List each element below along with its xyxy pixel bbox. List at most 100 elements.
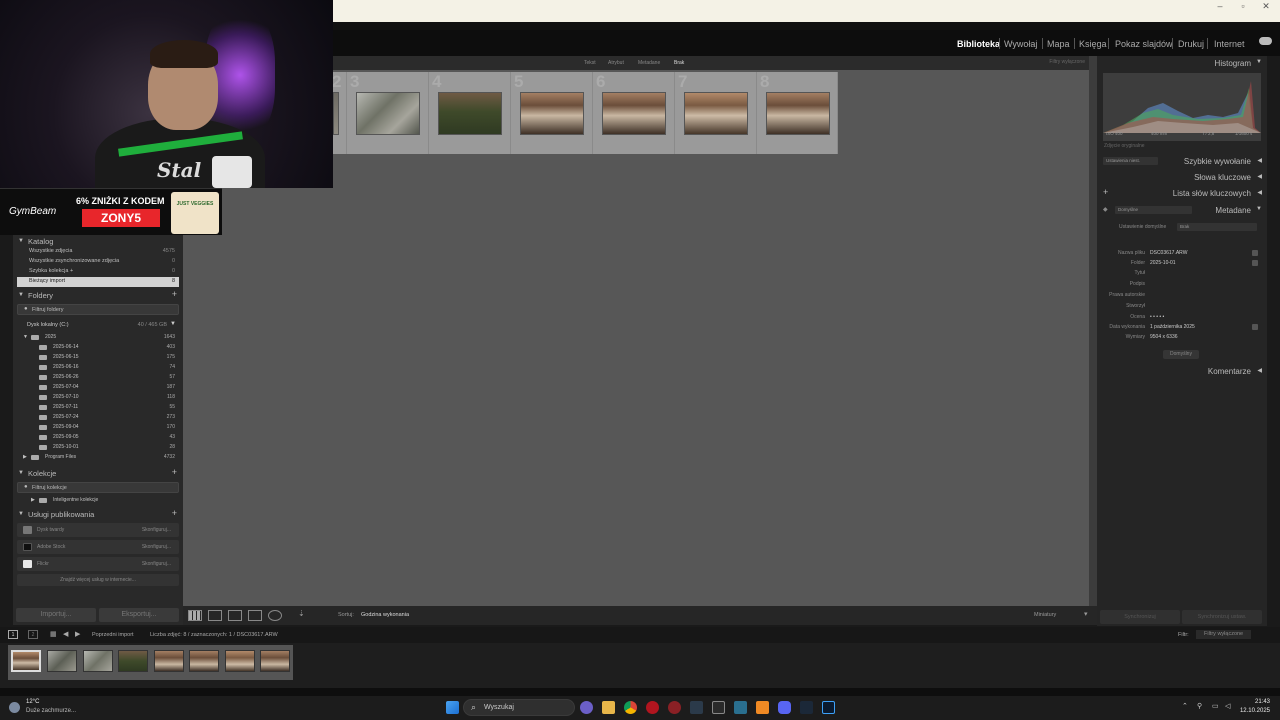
collection-filter-input[interactable]: ● Filtruj kolekcje	[17, 482, 179, 493]
metadata-default-button[interactable]: Domyślny	[1163, 350, 1199, 359]
steam-icon[interactable]	[800, 701, 813, 714]
sync-settings-button[interactable]: Synchronizuj ustaw.	[1182, 610, 1262, 624]
module-book[interactable]: Księga	[1079, 39, 1107, 49]
volume-icon[interactable]: ◁	[1225, 702, 1230, 710]
minimize-button[interactable]: –	[1209, 1, 1231, 11]
smart-collections-set[interactable]: ▶ Inteligentne kolekcje	[17, 496, 179, 506]
module-slideshow[interactable]: Pokaz slajdów	[1115, 39, 1173, 49]
filmstrip-source[interactable]: Poprzedni import	[92, 632, 134, 638]
teams-icon[interactable]	[580, 701, 593, 714]
folder-program-files[interactable]: ▶ Program Files 4732	[17, 453, 179, 463]
filmstrip-thumbnail[interactable]	[225, 650, 255, 672]
module-library[interactable]: Biblioteka	[957, 39, 1000, 49]
photo-thumbnail[interactable]	[356, 92, 420, 135]
folder-item[interactable]: 2025-10-01 28	[17, 443, 179, 453]
filmstrip-thumbnail[interactable]	[189, 650, 219, 672]
expand-right-icon[interactable]: ▶	[31, 497, 35, 503]
go-to-folder-icon[interactable]	[1252, 260, 1258, 266]
filmstrip-thumbnail[interactable]	[260, 650, 290, 672]
folder-item[interactable]: 2025-06-16 74	[17, 363, 179, 373]
filmstrip-thumbnail[interactable]	[47, 650, 77, 672]
folder-item[interactable]: 2025-09-05 43	[17, 433, 179, 443]
folders-header[interactable]: ▼ Foldery +	[13, 289, 183, 303]
publish-hard-drive[interactable]: Dysk twardy Skonfiguruj...	[17, 523, 179, 537]
lightroom-classic-icon[interactable]	[822, 701, 835, 714]
opera-gx-icon[interactable]	[668, 701, 681, 714]
shield-app-icon[interactable]	[734, 701, 747, 714]
toolbar-menu-chevron-icon[interactable]: ▾	[1084, 610, 1088, 618]
filter-presets[interactable]: Filtry wyłączone	[1049, 59, 1085, 65]
folder-item[interactable]: 2025-06-26 57	[17, 373, 179, 383]
catalog-all-photos[interactable]: Wszystkie zdjęcia 4575	[17, 247, 179, 257]
catalog-current-import[interactable]: Bieżący import 8	[17, 277, 179, 287]
forward-arrow-icon[interactable]: ▶	[75, 630, 80, 638]
volume-menu-icon[interactable]: ▼	[170, 321, 176, 327]
sort-order-select[interactable]: Godzina wykonania	[361, 612, 409, 618]
field-action-icon[interactable]	[1252, 250, 1258, 256]
publish-adobe-stock[interactable]: Adobe Stock Skonfiguruj...	[17, 540, 179, 554]
orange-app-icon[interactable]	[756, 701, 769, 714]
import-button[interactable]: Importuj...	[16, 608, 96, 622]
metadata-view-select[interactable]: Domyślne	[1115, 206, 1192, 214]
start-windows-icon[interactable]	[446, 701, 459, 714]
export-button[interactable]: Eksportuj...	[99, 608, 179, 622]
grid-icon[interactable]: ▦	[50, 630, 57, 638]
module-develop[interactable]: Wywołaj	[1004, 39, 1037, 49]
cloud-sync-icon[interactable]	[1259, 37, 1272, 45]
folder-item[interactable]: 2025-07-10 118	[17, 393, 179, 403]
folder-item[interactable]: 2025-09-04 170	[17, 423, 179, 433]
folder-item[interactable]: 2025-07-11 55	[17, 403, 179, 413]
expand-down-icon[interactable]: ▼	[23, 334, 28, 340]
folder-item[interactable]: 2025-06-14 403	[17, 343, 179, 353]
filter-text[interactable]: Tekst	[584, 60, 596, 66]
keywords-header[interactable]: Słowa kluczowe ◀	[1097, 170, 1267, 185]
microphone-icon[interactable]: ⚲	[1197, 702, 1202, 710]
volume-row[interactable]: Dysk lokalny (C:) 40 / 465 GB ▼	[17, 321, 179, 331]
module-map[interactable]: Mapa	[1047, 39, 1070, 49]
weather-temperature[interactable]: 12°C	[26, 699, 39, 705]
back-arrow-icon[interactable]: ◀	[63, 630, 68, 638]
sync-metadata-button[interactable]: Synchronizuj	[1100, 610, 1180, 624]
photo-thumbnail[interactable]	[766, 92, 830, 135]
close-button[interactable]: ✕	[1255, 1, 1277, 12]
clock-time[interactable]: 21:43	[1255, 699, 1270, 705]
module-web[interactable]: Internet	[1214, 39, 1245, 49]
secondary-window-button[interactable]: 2	[28, 630, 38, 639]
filmstrip-filter-select[interactable]: Filtry wyłączone	[1196, 630, 1252, 639]
grid-view-icon[interactable]	[188, 610, 202, 621]
filter-metadata[interactable]: Metadane	[638, 60, 660, 66]
filmstrip-thumbnail[interactable]	[11, 650, 41, 672]
publish-services-header[interactable]: ▼ Usługi publikowania +	[13, 508, 183, 522]
survey-view-icon[interactable]	[248, 610, 262, 621]
file-explorer-icon[interactable]	[602, 701, 615, 714]
comments-header[interactable]: Komentarze ◀	[1097, 364, 1267, 379]
folder-item[interactable]: 2025-07-24 273	[17, 413, 179, 423]
add-collection-icon[interactable]: +	[172, 467, 177, 477]
capture-app-icon[interactable]	[690, 701, 703, 714]
metadata-lock-icon[interactable]: ◆	[1103, 206, 1108, 213]
catalog-quick-collection[interactable]: Szybka kolekcja + 0	[17, 267, 179, 277]
photo-thumbnail[interactable]	[333, 92, 339, 135]
photo-thumbnail[interactable]	[602, 92, 666, 135]
maximize-button[interactable]: ▫	[1232, 1, 1254, 11]
weather-cloud-icon[interactable]	[9, 702, 20, 713]
metadata-preset-select[interactable]: Brak	[1177, 223, 1257, 231]
rating-stars[interactable]: • • • • •	[1150, 314, 1164, 320]
filter-none[interactable]: Brak	[674, 60, 684, 66]
filmstrip-thumbnail[interactable]	[83, 650, 113, 672]
keyword-list-header[interactable]: + Lista słów kluczowych ◀	[1097, 186, 1267, 201]
photo-thumbnail[interactable]	[520, 92, 584, 135]
loupe-view-icon[interactable]	[208, 610, 222, 621]
find-more-services-button[interactable]: Znajdź więcej usług w internecie...	[17, 574, 179, 586]
main-window-button[interactable]: 1	[8, 630, 18, 639]
people-view-icon[interactable]	[268, 610, 282, 621]
add-keyword-icon[interactable]: +	[1103, 187, 1108, 197]
filmstrip-thumbnail[interactable]	[154, 650, 184, 672]
filter-attribute[interactable]: Atrybut	[608, 60, 624, 66]
weather-description[interactable]: Duże zachmurze...	[26, 708, 76, 714]
original-photo-toggle[interactable]: Zdjęcie oryginalne	[1104, 143, 1145, 149]
chrome-icon[interactable]	[624, 701, 637, 714]
folder-filter-input[interactable]: ● Filtruj foldery	[17, 304, 179, 315]
clock-date[interactable]: 12.10.2025	[1240, 708, 1270, 714]
quick-develop-preset-select[interactable]: Ustawienia niest.	[1103, 157, 1158, 165]
